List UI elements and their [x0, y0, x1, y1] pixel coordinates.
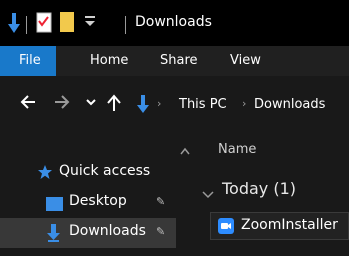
download-arrow-icon	[137, 95, 149, 119]
ribbon: File Home Share View	[0, 46, 349, 76]
breadcrumb-downloads[interactable]: Downloads	[254, 97, 325, 112]
up-arrow-icon[interactable]	[106, 94, 122, 117]
separator	[26, 16, 27, 34]
navigation-bar: › This PC › Downloads	[0, 76, 349, 132]
nav-item-label: Quick access	[59, 163, 151, 179]
chevron-right-icon[interactable]: ›	[242, 97, 246, 110]
desktop-folder-icon	[46, 196, 63, 215]
chevron-right-icon[interactable]: ›	[157, 97, 161, 110]
customize-qa-dropdown-icon[interactable]	[84, 13, 96, 33]
tab-view[interactable]: View	[218, 46, 273, 76]
navigation-scrollbar[interactable]	[176, 132, 194, 256]
breadcrumb-this-pc[interactable]: This PC	[179, 97, 227, 112]
back-arrow-icon[interactable]	[20, 94, 36, 115]
nav-item-quick-access[interactable]: Quick access	[0, 158, 176, 188]
tab-home[interactable]: Home	[78, 46, 140, 76]
window-title: Downloads	[135, 14, 212, 30]
nav-item-label: Downloads	[69, 223, 146, 239]
address-bar[interactable]: › This PC › Downloads	[133, 90, 349, 122]
forward-arrow-icon[interactable]	[54, 94, 70, 115]
scroll-up-icon[interactable]	[180, 140, 190, 159]
star-icon	[37, 164, 53, 184]
group-header-today[interactable]: Today (1)	[222, 179, 296, 198]
download-arrow-icon	[47, 224, 60, 246]
chevron-down-icon[interactable]	[202, 184, 214, 203]
recent-locations-chevron-icon[interactable]	[86, 94, 96, 115]
title-bar: Downloads	[0, 0, 349, 46]
tab-share[interactable]: Share	[148, 46, 210, 76]
navigation-pane: Quick access Desktop ✎ Downloads ✎	[0, 132, 176, 256]
download-arrow-icon[interactable]	[8, 13, 20, 39]
file-name: ZoomInstaller	[241, 217, 338, 233]
nav-item-downloads[interactable]: Downloads ✎	[0, 218, 176, 248]
column-header-name[interactable]: Name	[218, 142, 256, 157]
pin-icon[interactable]: ✎	[156, 225, 165, 238]
zoom-app-icon	[218, 218, 234, 238]
tab-file[interactable]: File	[0, 46, 56, 76]
nav-item-label: Desktop	[69, 193, 127, 209]
file-list: Name Today (1) ZoomInstaller	[194, 132, 349, 256]
pin-icon[interactable]: ✎	[156, 195, 165, 208]
separator	[125, 16, 126, 34]
properties-icon[interactable]	[36, 11, 52, 37]
file-row[interactable]: ZoomInstaller	[210, 212, 349, 240]
nav-item-desktop[interactable]: Desktop ✎	[0, 188, 176, 218]
new-folder-icon[interactable]	[60, 12, 74, 36]
